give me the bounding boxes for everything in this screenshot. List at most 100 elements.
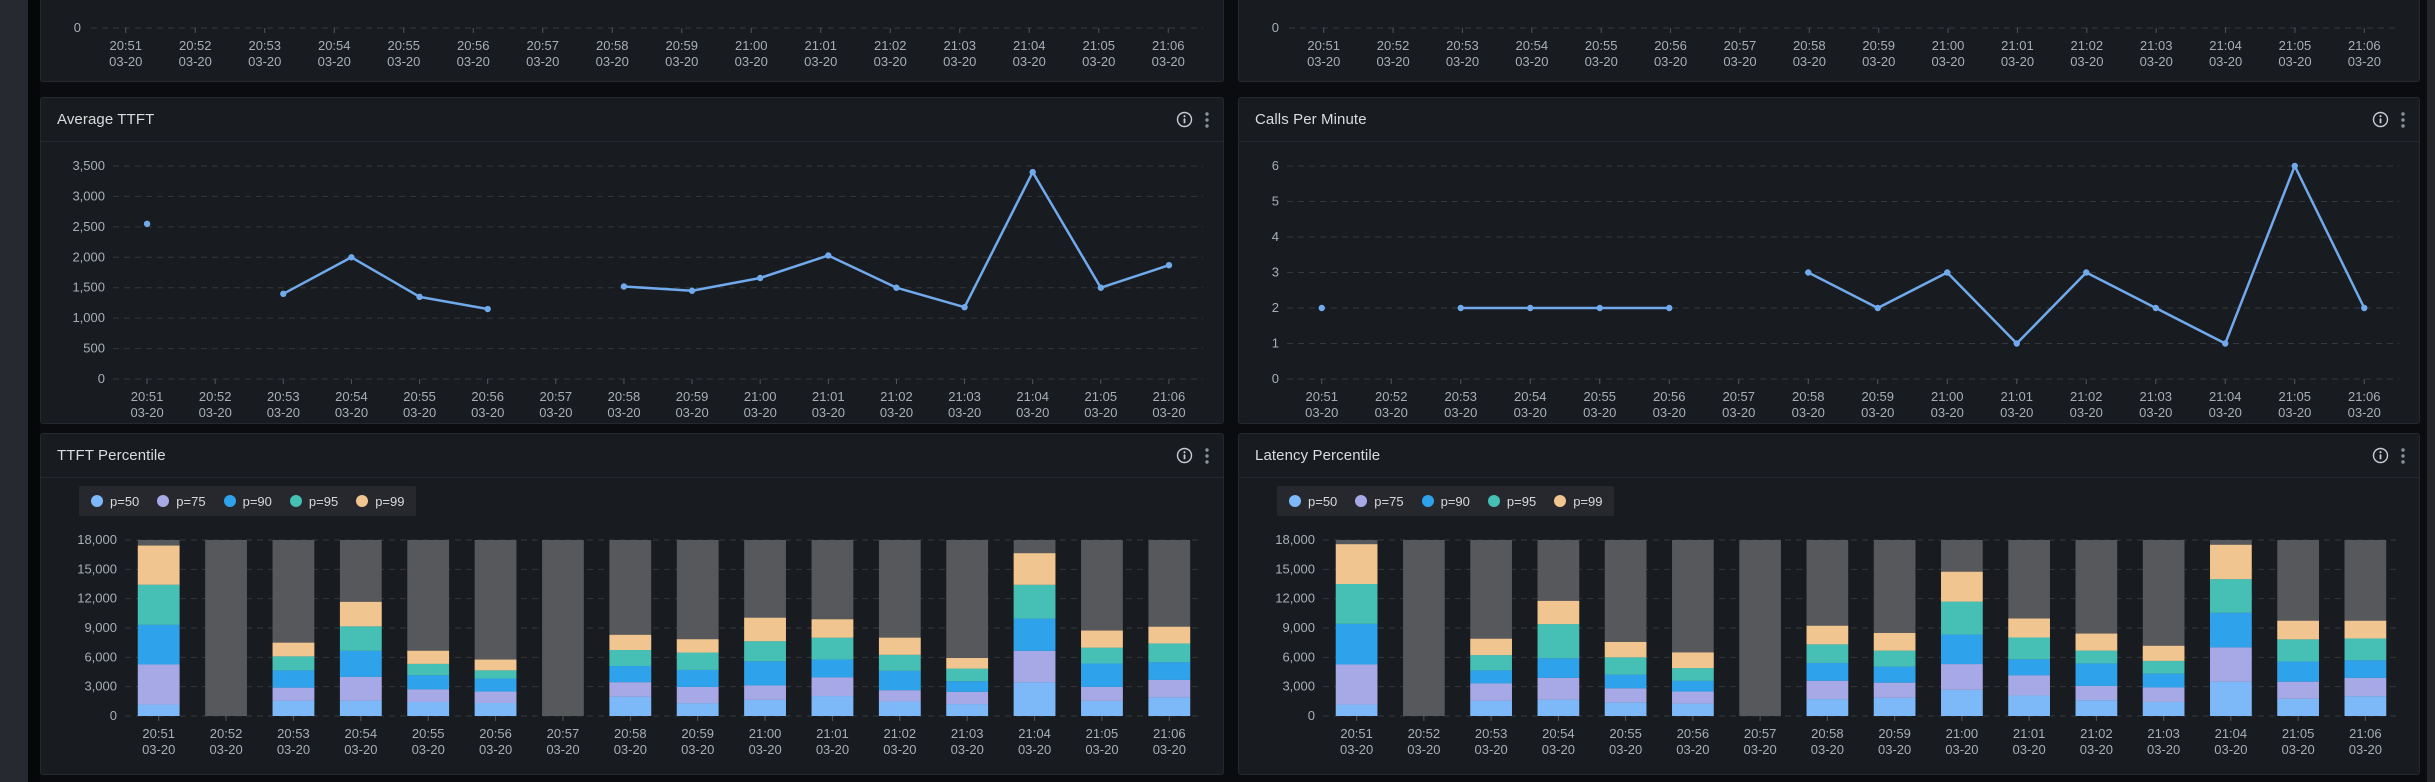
legend-item-p99[interactable]: p=99 bbox=[356, 494, 404, 509]
svg-text:21:03: 21:03 bbox=[2140, 38, 2173, 53]
svg-text:20:56: 20:56 bbox=[1677, 726, 1710, 741]
chart-canvas[interactable]: 0 500 1,000 1,500 2,000 2,500 3,000 3,500 20:51 0… bbox=[41, 142, 1223, 423]
svg-text:21:02: 21:02 bbox=[880, 389, 913, 404]
svg-text:20:54: 20:54 bbox=[335, 389, 368, 404]
info-icon[interactable] bbox=[1176, 447, 1193, 464]
legend-item-p90[interactable]: p=90 bbox=[223, 493, 272, 509]
svg-text:6,000: 6,000 bbox=[1282, 649, 1315, 664]
svg-text:03-20: 03-20 bbox=[1407, 742, 1440, 757]
chart-top-left-axis[interactable]: 0 20:51 03-20 20:52 03-20 20:53 03-20 20:54 03-2… bbox=[41, 0, 1223, 81]
svg-text:21:02: 21:02 bbox=[2071, 38, 2104, 53]
svg-text:03-20: 03-20 bbox=[1376, 54, 1409, 69]
svg-text:03-20: 03-20 bbox=[883, 742, 916, 757]
chart-canvas[interactable]: 0 3,000 6,000 9,000 12,000 15,000 18,000 20:51 0… bbox=[1239, 516, 2419, 774]
legend-item-p95[interactable]: p=95 bbox=[289, 494, 338, 509]
panel-header[interactable]: Calls Per Minute bbox=[1239, 98, 2419, 142]
info-icon[interactable] bbox=[2372, 111, 2389, 128]
svg-text:03-20: 03-20 bbox=[1723, 54, 1756, 69]
svg-text:20:56: 20:56 bbox=[1654, 38, 1687, 53]
svg-text:1: 1 bbox=[1272, 336, 1279, 351]
svg-text:03-20: 03-20 bbox=[2070, 405, 2103, 420]
svg-text:21:04: 21:04 bbox=[2209, 389, 2242, 404]
kebab-menu-icon[interactable] bbox=[2401, 111, 2405, 129]
svg-text:0: 0 bbox=[98, 371, 105, 386]
svg-text:21:01: 21:01 bbox=[2001, 38, 2034, 53]
svg-text:03-20: 03-20 bbox=[142, 742, 175, 757]
kebab-menu-icon[interactable] bbox=[1205, 111, 1209, 129]
chart-canvas[interactable]: 0 3,000 6,000 9,000 12,000 15,000 18,000 20:51 0… bbox=[41, 516, 1223, 774]
chart-latency-percentile[interactable]: p=50 p=75 p=90 p=95 p=99 0 3,000 6,000 9,000 12,… bbox=[1239, 478, 2419, 774]
svg-text:20:54: 20:54 bbox=[1516, 38, 1549, 53]
svg-text:3,000: 3,000 bbox=[84, 679, 117, 694]
legend-item-p50[interactable]: p=50 bbox=[1289, 494, 1337, 509]
left-gutter bbox=[28, 0, 40, 782]
chart-top-right-axis[interactable]: 0 20:51 03-20 20:52 03-20 20:53 03-20 20:54 03-2… bbox=[1239, 0, 2419, 81]
legend-item-p50[interactable]: p=50 bbox=[91, 494, 139, 509]
svg-text:03-20: 03-20 bbox=[1931, 54, 1964, 69]
legend-label: p=90 bbox=[242, 493, 272, 509]
panel-header[interactable]: Average TTFT bbox=[41, 98, 1223, 142]
svg-text:20:55: 20:55 bbox=[412, 726, 445, 741]
svg-text:03-20: 03-20 bbox=[2209, 54, 2242, 69]
svg-text:21:06: 21:06 bbox=[2349, 726, 2382, 741]
svg-text:20:58: 20:58 bbox=[1793, 38, 1826, 53]
svg-text:20:59: 20:59 bbox=[676, 389, 709, 404]
chart-ttft-percentile[interactable]: p=50 p=75 p=90 p=95 p=99 0 3,000 6,000 9,000 12,… bbox=[41, 478, 1223, 774]
legend-item-p99[interactable]: p=99 bbox=[1554, 494, 1602, 509]
svg-text:21:06: 21:06 bbox=[1153, 726, 1186, 741]
legend-color-dot bbox=[356, 495, 369, 507]
svg-text:6: 6 bbox=[1272, 158, 1279, 173]
svg-text:21:06: 21:06 bbox=[1153, 389, 1186, 404]
svg-text:20:59: 20:59 bbox=[1862, 38, 1895, 53]
kebab-menu-icon[interactable] bbox=[1205, 447, 1209, 465]
svg-text:20:59: 20:59 bbox=[665, 38, 698, 53]
legend-item-p90[interactable]: p=90 bbox=[1421, 494, 1470, 509]
chart-canvas[interactable]: 0 1 2 3 4 5 6 20:51 03-20 20:52 03-20 20:53 03-20 20:… bbox=[1239, 142, 2419, 423]
info-icon[interactable] bbox=[1176, 111, 1193, 128]
svg-text:03-20: 03-20 bbox=[1085, 742, 1118, 757]
svg-text:20:58: 20:58 bbox=[1811, 726, 1844, 741]
legend-color-dot bbox=[289, 495, 302, 507]
chart-calls-per-minute[interactable]: 0 1 2 3 4 5 6 20:51 03-20 20:52 03-20 20:53 03-20 20:… bbox=[1239, 142, 2419, 423]
svg-text:20:51: 20:51 bbox=[1307, 38, 1340, 53]
svg-text:03-20: 03-20 bbox=[1931, 405, 1964, 420]
svg-text:20:52: 20:52 bbox=[179, 38, 212, 53]
svg-text:21:01: 21:01 bbox=[816, 726, 849, 741]
svg-text:03-20: 03-20 bbox=[1654, 54, 1687, 69]
legend-color-dot bbox=[1421, 495, 1434, 507]
svg-text:20:56: 20:56 bbox=[479, 726, 512, 741]
svg-text:03-20: 03-20 bbox=[199, 405, 232, 420]
vertical-scrollbar[interactable] bbox=[2427, 0, 2435, 782]
svg-text:21:06: 21:06 bbox=[2348, 38, 2381, 53]
legend-label: p=95 bbox=[1506, 493, 1537, 509]
legend-item-p75[interactable]: p=75 bbox=[1355, 493, 1404, 509]
svg-text:20:52: 20:52 bbox=[210, 726, 243, 741]
svg-text:03-20: 03-20 bbox=[1811, 742, 1844, 757]
panel-header[interactable]: Latency Percentile bbox=[1239, 434, 2419, 478]
chart-canvas[interactable]: 0 20:51 03-20 20:52 03-20 20:53 03-20 20:54 03-2… bbox=[41, 0, 1223, 81]
svg-text:20:52: 20:52 bbox=[1377, 38, 1410, 53]
legend-item-p75[interactable]: p=75 bbox=[157, 494, 206, 509]
svg-text:20:59: 20:59 bbox=[681, 726, 714, 741]
legend-label: p=75 bbox=[1374, 493, 1404, 509]
legend-label: p=50 bbox=[1308, 493, 1338, 509]
svg-text:12,000: 12,000 bbox=[1275, 591, 1315, 606]
svg-text:03-20: 03-20 bbox=[816, 742, 849, 757]
svg-text:21:05: 21:05 bbox=[1085, 389, 1118, 404]
chart-canvas[interactable]: 0 20:51 03-20 20:52 03-20 20:53 03-20 20:54 03-2… bbox=[1239, 0, 2419, 81]
svg-text:03-20: 03-20 bbox=[1878, 742, 1911, 757]
svg-text:03-20: 03-20 bbox=[665, 54, 698, 69]
panel-top-right-partial: 0 20:51 03-20 20:52 03-20 20:53 03-20 20:54 03-2… bbox=[1238, 0, 2420, 82]
svg-text:03-20: 03-20 bbox=[1514, 405, 1547, 420]
panel-header[interactable]: TTFT Percentile bbox=[41, 434, 1223, 478]
kebab-menu-icon[interactable] bbox=[2401, 447, 2405, 465]
svg-text:03-20: 03-20 bbox=[1340, 742, 1373, 757]
legend-item-p95[interactable]: p=95 bbox=[1487, 493, 1537, 509]
info-icon[interactable] bbox=[2372, 447, 2389, 464]
svg-text:20:57: 20:57 bbox=[540, 389, 573, 404]
svg-text:03-20: 03-20 bbox=[526, 54, 559, 69]
svg-text:21:03: 21:03 bbox=[943, 38, 976, 53]
svg-text:03-20: 03-20 bbox=[1307, 54, 1340, 69]
chart-average-ttft[interactable]: 0 500 1,000 1,500 2,000 2,500 3,000 3,500 20:51 0… bbox=[41, 142, 1223, 423]
panel-actions bbox=[2372, 111, 2405, 129]
